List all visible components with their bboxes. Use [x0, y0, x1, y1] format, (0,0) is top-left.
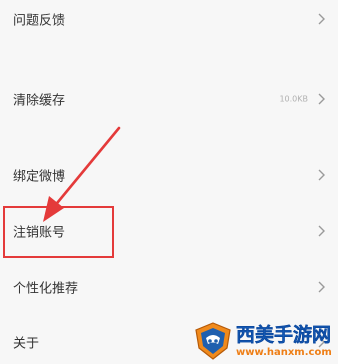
chevron-right-icon [318, 281, 325, 293]
cache-size-value: 10.0KB [279, 94, 308, 104]
annotation-highlight-box [3, 206, 114, 258]
chevron-right-icon [318, 225, 325, 237]
settings-item-personalized-recommendation[interactable]: 个性化推荐 [0, 259, 338, 315]
watermark: 西美手游网 www.hanxm.com [192, 318, 338, 364]
chevron-right-icon [318, 169, 325, 181]
watermark-title: 西美手游网 [236, 324, 332, 346]
settings-item-bind-weibo[interactable]: 绑定微博 [0, 147, 338, 203]
settings-item-feedback[interactable]: 问题反馈 [0, 0, 338, 47]
chevron-right-icon [318, 93, 325, 105]
settings-list: 问题反馈 清除缓存 10.0KB 绑定微博 注销账号 个性化推荐 关于 [0, 0, 338, 364]
settings-item-label: 关于 [13, 336, 40, 352]
watermark-url: www.hanxm.com [236, 347, 332, 358]
settings-item-clear-cache[interactable]: 清除缓存 10.0KB [0, 71, 338, 127]
settings-item-label: 问题反馈 [13, 13, 66, 29]
settings-item-label: 个性化推荐 [13, 281, 79, 297]
settings-item-label: 清除缓存 [13, 93, 66, 109]
shield-logo-icon [195, 322, 231, 360]
settings-item-label: 绑定微博 [13, 169, 66, 185]
chevron-right-icon [318, 13, 325, 25]
